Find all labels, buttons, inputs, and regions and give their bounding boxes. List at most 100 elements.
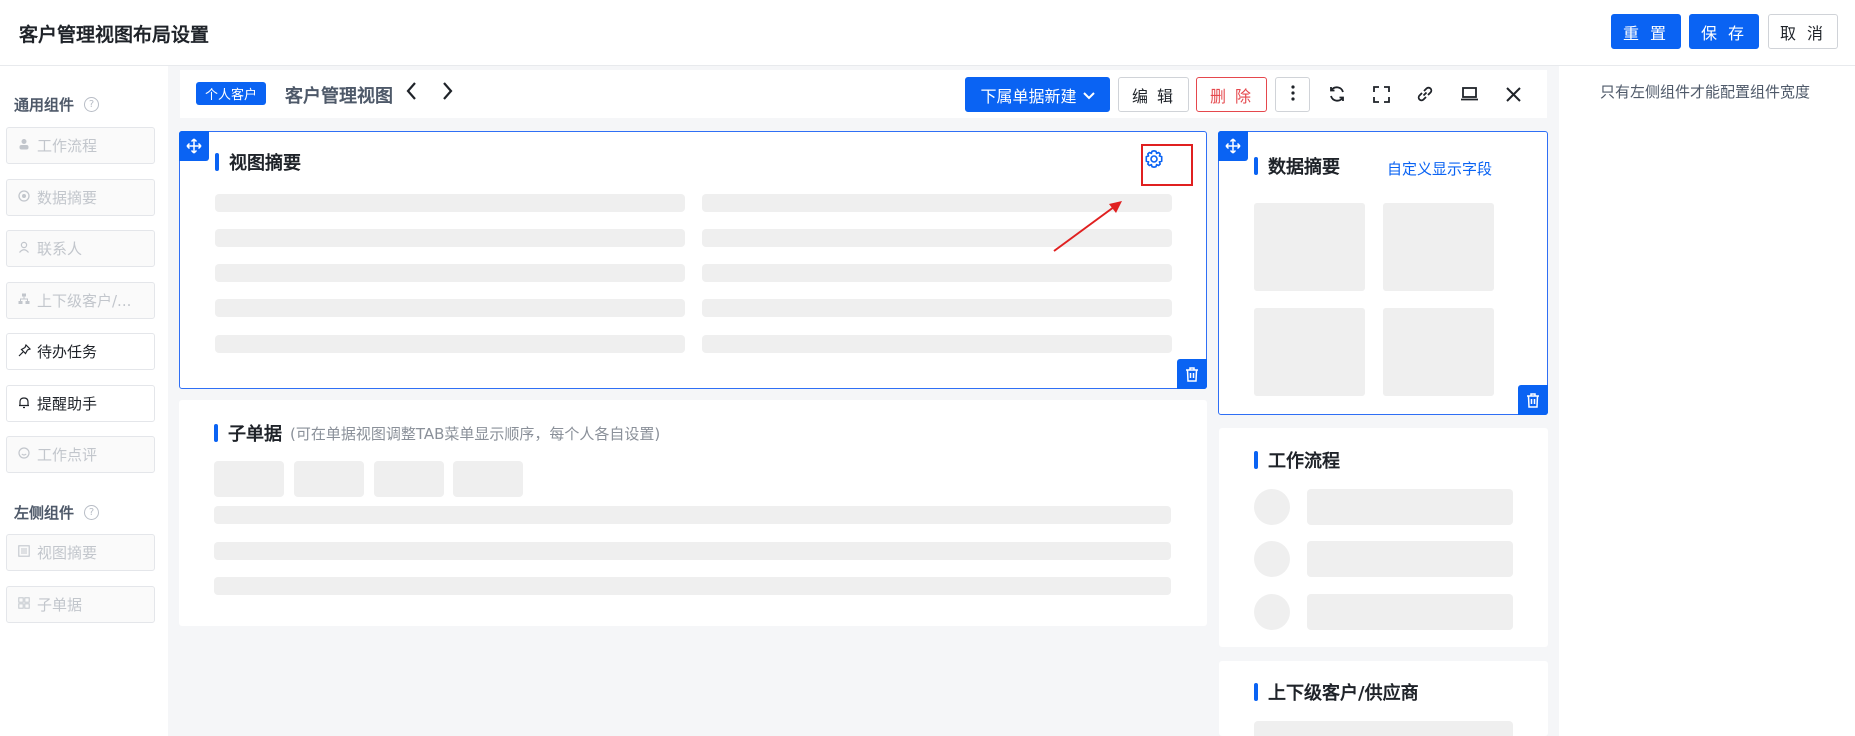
trash-icon[interactable] xyxy=(1177,359,1207,389)
move-icon[interactable] xyxy=(1218,131,1248,161)
palette-item-workflow[interactable]: 工作流程 xyxy=(6,127,155,164)
palette-item-label: 上下级客户/... xyxy=(37,292,132,310)
person-icon xyxy=(17,138,31,153)
skeleton-line xyxy=(215,299,685,317)
palette-item-hierarchy[interactable]: 上下级客户/... xyxy=(6,282,155,319)
reset-button[interactable]: 重 置 xyxy=(1611,14,1681,49)
customer-type-tag: 个人客户 xyxy=(196,82,267,105)
smile-icon xyxy=(17,447,31,462)
width-config-hint: 只有左侧组件才能配置组件宽度 xyxy=(1600,83,1811,101)
move-icon[interactable] xyxy=(179,131,209,161)
skeleton-tab xyxy=(374,461,444,497)
card-title: 子单据 (可在单据视图调整TAB菜单显示顺序，每个人各自设置) xyxy=(214,420,660,446)
skeleton-block xyxy=(1383,203,1494,291)
title-accent-bar xyxy=(1254,157,1258,175)
view-summary-title: 视图摘要 xyxy=(229,153,301,174)
hierarchy-title: 上下级客户/供应商 xyxy=(1268,683,1419,704)
general-components-heading: 通用组件 ? xyxy=(14,94,100,115)
skeleton-tab xyxy=(453,461,523,497)
card-title: 视图摘要 xyxy=(215,149,301,175)
palette-item-view-summary[interactable]: 视图摘要 xyxy=(6,534,155,571)
palette-item-todo[interactable]: 待办任务 xyxy=(6,333,155,370)
bell-icon xyxy=(17,396,31,412)
skeleton-block xyxy=(1383,308,1494,396)
fullscreen-icon[interactable] xyxy=(1366,79,1396,109)
skeleton-line xyxy=(214,577,1171,595)
skeleton-block xyxy=(1307,594,1513,630)
pin-icon xyxy=(17,343,31,360)
skeleton-block xyxy=(1254,721,1513,736)
skeleton-line xyxy=(215,229,685,247)
skeleton-line xyxy=(215,335,685,353)
close-icon[interactable] xyxy=(1498,79,1528,109)
card-title: 工作流程 xyxy=(1254,447,1340,473)
grid-icon xyxy=(17,597,31,612)
top-header: 客户管理视图布局设置 重 置 保 存 取 消 xyxy=(0,0,1855,66)
skeleton-line xyxy=(702,335,1172,353)
chevron-down-icon xyxy=(1082,85,1095,104)
view-summary-card[interactable]: 视图摘要 xyxy=(179,131,1207,389)
more-vertical-icon xyxy=(1290,84,1295,105)
card-title: 上下级客户/供应商 xyxy=(1254,679,1419,705)
skeleton-block xyxy=(1254,308,1365,396)
link-icon[interactable] xyxy=(1410,79,1440,109)
page-title: 客户管理视图布局设置 xyxy=(19,24,210,46)
palette-item-data-summary[interactable]: 数据摘要 xyxy=(6,179,155,216)
subdoc-card[interactable]: 子单据 (可在单据视图调整TAB菜单显示顺序，每个人各自设置) xyxy=(179,400,1207,626)
skeleton-block xyxy=(1307,489,1513,525)
help-icon[interactable]: ? xyxy=(84,97,100,112)
list-icon xyxy=(17,545,31,560)
palette-item-label: 联系人 xyxy=(37,240,83,258)
skeleton-line xyxy=(702,299,1172,317)
palette-item-review[interactable]: 工作点评 xyxy=(6,436,155,473)
skeleton-line xyxy=(215,194,685,212)
more-button[interactable] xyxy=(1275,77,1310,112)
data-summary-card[interactable]: 数据摘要 自定义显示字段 xyxy=(1218,131,1548,415)
skeleton-avatar xyxy=(1254,489,1290,525)
annotation-arrow xyxy=(1053,201,1122,252)
chevron-right-icon[interactable] xyxy=(440,80,454,108)
skeleton-tab xyxy=(294,461,364,497)
new-subdoc-dropdown[interactable]: 下属单据新建 xyxy=(965,77,1110,112)
customize-fields-link[interactable]: 自定义显示字段 xyxy=(1387,158,1492,179)
title-accent-bar xyxy=(1254,451,1258,469)
help-icon[interactable]: ? xyxy=(84,505,100,520)
refresh-icon[interactable] xyxy=(1322,79,1352,109)
cancel-button[interactable]: 取 消 xyxy=(1768,14,1838,49)
view-title: 客户管理视图 xyxy=(285,86,393,107)
palette-item-label: 工作点评 xyxy=(37,446,98,464)
palette-item-contacts[interactable]: 联系人 xyxy=(6,230,155,267)
save-button[interactable]: 保 存 xyxy=(1689,14,1759,49)
left-components-heading: 左侧组件 ? xyxy=(14,502,100,523)
general-components-title: 通用组件 xyxy=(14,96,75,114)
edit-button[interactable]: 编 辑 xyxy=(1118,77,1189,112)
laptop-icon[interactable] xyxy=(1454,79,1484,109)
skeleton-line xyxy=(702,264,1172,282)
palette-item-label: 待办任务 xyxy=(37,343,98,361)
skeleton-avatar xyxy=(1254,541,1290,577)
chevron-left-icon[interactable] xyxy=(405,80,419,108)
skeleton-line xyxy=(214,506,1171,524)
workflow-title: 工作流程 xyxy=(1268,451,1340,472)
skeleton-line xyxy=(214,542,1171,560)
palette-item-label: 数据摘要 xyxy=(37,189,98,207)
trash-icon[interactable] xyxy=(1518,385,1548,415)
palette-item-subdoc[interactable]: 子单据 xyxy=(6,586,155,623)
delete-button[interactable]: 删 除 xyxy=(1196,77,1267,112)
palette-item-label: 子单据 xyxy=(37,596,83,614)
org-tree-icon xyxy=(17,293,31,308)
skeleton-avatar xyxy=(1254,594,1290,630)
title-accent-bar xyxy=(214,424,218,442)
palette-item-reminder[interactable]: 提醒助手 xyxy=(6,385,155,422)
title-accent-bar xyxy=(215,153,219,171)
circle-dot-icon xyxy=(17,190,31,205)
subdoc-note: (可在单据视图调整TAB菜单显示顺序，每个人各自设置) xyxy=(290,424,661,443)
left-components-title: 左侧组件 xyxy=(14,504,75,522)
workflow-card[interactable]: 工作流程 xyxy=(1219,428,1548,647)
data-summary-title: 数据摘要 xyxy=(1268,157,1340,178)
new-subdoc-label: 下属单据新建 xyxy=(980,86,1077,106)
hierarchy-card[interactable]: 上下级客户/供应商 xyxy=(1219,661,1548,736)
skeleton-tab xyxy=(214,461,284,497)
user-icon xyxy=(17,241,31,256)
palette-item-label: 视图摘要 xyxy=(37,544,98,562)
